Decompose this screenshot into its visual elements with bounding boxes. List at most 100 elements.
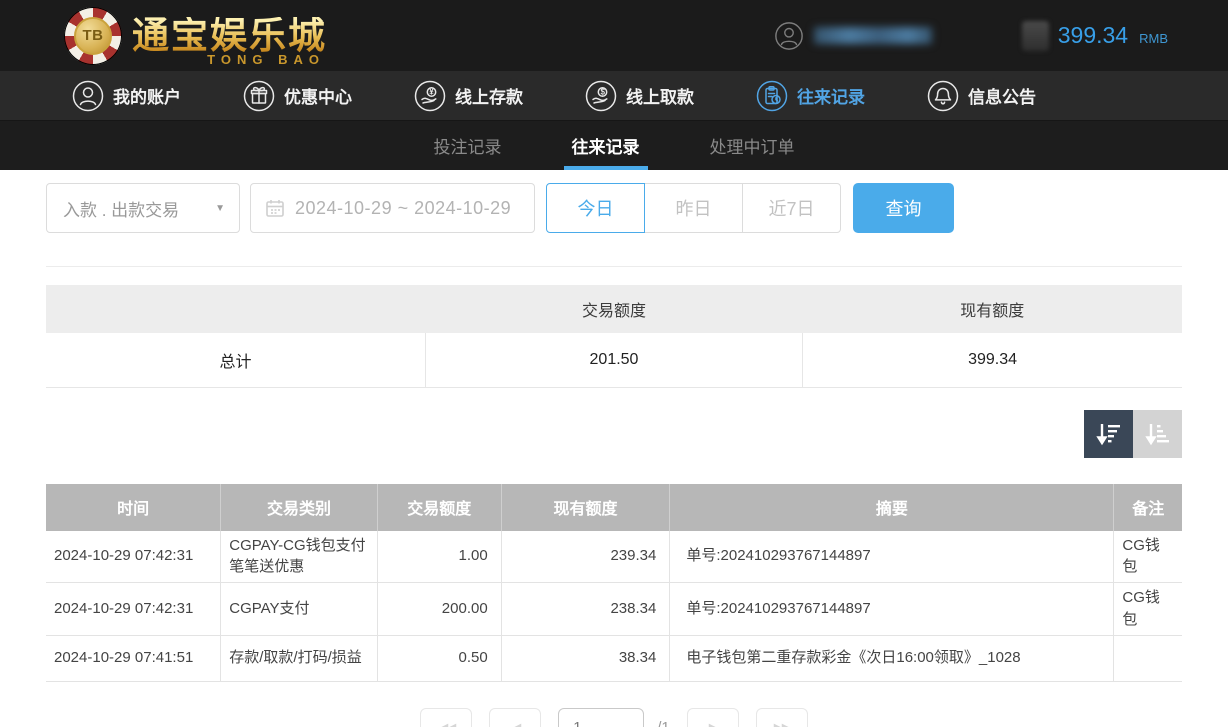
summary-total-label: 总计: [46, 333, 425, 387]
summary-header-balance: 现有额度: [803, 285, 1182, 333]
col-amount: 交易额度: [377, 484, 501, 531]
nav-item-announcements[interactable]: 信息公告: [927, 80, 1036, 112]
last-page-icon: ▶▶: [774, 720, 790, 727]
topbar-right: 399.34 RMB: [774, 21, 1168, 51]
record-subtabs: 投注记录 往来记录 处理中订单: [0, 121, 1228, 170]
nav-label: 线上存款: [455, 83, 523, 108]
svg-text:¥: ¥: [429, 87, 434, 96]
col-time: 时间: [46, 484, 221, 531]
top-header: TB 通宝娱乐城 TONG BAO 399.34 RMB: [0, 0, 1228, 71]
last7days-button[interactable]: 近7日: [742, 183, 841, 233]
last-page-button[interactable]: ▶▶: [756, 708, 808, 727]
summary-total-amount: 201.50: [425, 333, 802, 387]
summary-table: 交易额度 现有额度 总计 201.50 399.34: [46, 285, 1182, 388]
quick-date-group: 今日 昨日 近7日: [546, 183, 841, 233]
records-icon: [756, 80, 788, 112]
filter-bar: 入款 . 出款交易 ▼ 2024-10-29 ~ 2024-10-29 今日 昨…: [46, 183, 1182, 233]
balance-display[interactable]: 399.34 RMB: [1022, 21, 1168, 51]
cell-balance: 238.34: [501, 583, 670, 636]
nav-item-transactions[interactable]: 往来记录: [756, 80, 865, 112]
svg-text:$: $: [601, 87, 606, 96]
cell-balance: 38.34: [501, 635, 670, 681]
transactions-table: 时间 交易类别 交易额度 现有额度 摘要 备注 2024-10-29 07:42…: [46, 484, 1182, 682]
user-account[interactable]: [774, 21, 932, 51]
cell-category: 存款/取款/打码/损益: [221, 635, 377, 681]
date-range-input[interactable]: 2024-10-29 ~ 2024-10-29: [250, 183, 535, 233]
cell-note: [1114, 635, 1182, 681]
brand-logo[interactable]: TB 通宝娱乐城 TONG BAO: [64, 7, 327, 65]
sort-ascending-button[interactable]: [1133, 410, 1182, 458]
chevron-down-icon: ▼: [215, 203, 225, 214]
cell-summary: 单号:202410293767144897: [670, 583, 1114, 636]
nav-label: 信息公告: [968, 83, 1036, 108]
nav-label: 优惠中心: [284, 83, 352, 108]
sort-ascending-icon: [1145, 422, 1171, 446]
withdraw-icon: $: [585, 80, 617, 112]
summary-header-empty: [46, 285, 425, 333]
tab-transaction-records[interactable]: 往来记录: [570, 121, 642, 170]
cell-note: CG钱包: [1114, 531, 1182, 583]
table-header-row: 时间 交易类别 交易额度 现有额度 摘要 备注: [46, 484, 1182, 531]
pagination: ◀◀ ◀ 1 ⌄ /1 ▶ ▶▶: [46, 708, 1182, 727]
cell-time: 2024-10-29 07:42:31: [46, 583, 221, 636]
section-divider: [46, 266, 1182, 267]
wallet-icon: [1022, 21, 1049, 51]
poker-chip-icon: TB: [64, 7, 122, 65]
brand-name: 通宝娱乐城: [132, 17, 327, 54]
nav-label: 线上取款: [626, 83, 694, 108]
next-page-button[interactable]: ▶: [687, 708, 739, 727]
today-button[interactable]: 今日: [546, 183, 645, 233]
sort-descending-icon: [1096, 422, 1122, 446]
table-row: 2024-10-29 07:42:31 CGPAY支付 200.00 238.3…: [46, 583, 1182, 636]
col-note: 备注: [1114, 484, 1182, 531]
cell-amount: 0.50: [377, 635, 501, 681]
cell-balance: 239.34: [501, 531, 670, 583]
nav-item-deposit[interactable]: ¥ 线上存款: [414, 80, 523, 112]
first-page-button[interactable]: ◀◀: [420, 708, 472, 727]
balance-currency: RMB: [1139, 25, 1168, 46]
summary-header-row: 交易额度 现有额度: [46, 285, 1182, 333]
previous-page-button[interactable]: ◀: [489, 708, 541, 727]
total-pages-label: /1: [657, 708, 670, 727]
search-button[interactable]: 查询: [853, 183, 954, 233]
nav-item-my-account[interactable]: 我的账户: [72, 80, 181, 112]
cell-amount: 1.00: [377, 531, 501, 583]
col-category: 交易类别: [221, 484, 377, 531]
nav-item-withdraw[interactable]: $ 线上取款: [585, 80, 694, 112]
selected-type: 入款 . 出款交易: [63, 196, 179, 221]
tab-bet-records[interactable]: 投注记录: [432, 121, 504, 170]
nav-item-promotions[interactable]: 优惠中心: [243, 80, 352, 112]
chip-monogram: TB: [74, 17, 112, 55]
col-summary: 摘要: [670, 484, 1114, 531]
current-page-value: 1: [573, 719, 581, 727]
transaction-type-select[interactable]: 入款 . 出款交易 ▼: [46, 183, 240, 233]
balance-amount: 399.34: [1058, 22, 1128, 49]
brand-name-en: TONG BAO: [207, 53, 325, 66]
calendar-icon: [265, 198, 285, 218]
user-avatar-icon: [774, 21, 804, 51]
page-number-select[interactable]: 1 ⌄: [558, 708, 644, 727]
sort-controls: [46, 410, 1182, 458]
chevron-down-icon: ⌄: [623, 721, 633, 727]
summary-total-row: 总计 201.50 399.34: [46, 333, 1182, 387]
table-row: 2024-10-29 07:42:31 CGPAY-CG钱包支付笔笔送优惠 1.…: [46, 531, 1182, 583]
cell-summary: 单号:202410293767144897: [670, 531, 1114, 583]
sort-descending-button[interactable]: [1084, 410, 1133, 458]
main-nav: 我的账户 优惠中心 ¥ 线上存款: [0, 71, 1228, 121]
summary-total-balance: 399.34: [803, 333, 1182, 387]
gift-icon: [243, 80, 275, 112]
tab-processing-orders[interactable]: 处理中订单: [708, 121, 797, 170]
nav-label: 我的账户: [113, 83, 181, 108]
col-balance: 现有额度: [501, 484, 670, 531]
main-content: 入款 . 出款交易 ▼ 2024-10-29 ~ 2024-10-29 今日 昨…: [0, 183, 1228, 727]
deposit-icon: ¥: [414, 80, 446, 112]
bell-icon: [927, 80, 959, 112]
previous-page-icon: ◀: [511, 720, 519, 727]
cell-category: CGPAY-CG钱包支付笔笔送优惠: [221, 531, 377, 583]
cell-summary: 电子钱包第二重存款彩金《次日16:00领取》_1028: [670, 635, 1114, 681]
yesterday-button[interactable]: 昨日: [644, 183, 743, 233]
summary-header-amount: 交易额度: [425, 285, 802, 333]
date-range-value: 2024-10-29 ~ 2024-10-29: [295, 198, 511, 219]
page-root: TB 通宝娱乐城 TONG BAO 399.34 RMB: [0, 0, 1228, 727]
cell-time: 2024-10-29 07:41:51: [46, 635, 221, 681]
